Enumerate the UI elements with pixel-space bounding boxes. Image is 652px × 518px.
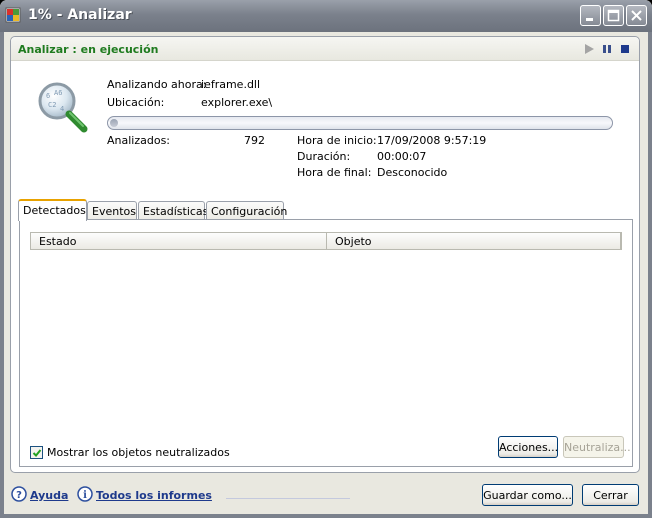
tab-configuration[interactable]: Configuración — [206, 201, 287, 220]
svg-text:6: 6 — [46, 92, 50, 100]
play-icon[interactable] — [583, 43, 595, 55]
info-icon[interactable]: i — [77, 486, 93, 502]
tab-detected[interactable]: Detectados — [18, 199, 87, 221]
help-link[interactable]: Ayuda — [30, 489, 68, 502]
neutralize-button[interactable]: Neutraliza... — [563, 436, 631, 458]
faded-link — [226, 489, 350, 502]
window-frame-bottom — [0, 514, 652, 518]
analyzing-label: Analizando ahora: — [107, 78, 207, 91]
panel-header: Analizar : en ejecución — [11, 37, 639, 61]
maximize-button[interactable] — [603, 5, 624, 26]
end-time-value: Desconocido — [377, 166, 448, 179]
column-header-status[interactable]: Estado — [31, 233, 327, 249]
scan-progress-fill — [110, 119, 118, 127]
all-reports-link[interactable]: Todos los informes — [96, 489, 212, 502]
stop-icon[interactable] — [619, 43, 631, 55]
analyzed-value: 792 — [244, 134, 265, 147]
location-value: explorer.exe\ — [201, 96, 273, 109]
save-as-button[interactable]: Guardar como... — [482, 484, 573, 506]
start-time-label: Hora de inicio: — [297, 134, 377, 147]
window-frame-right — [648, 32, 652, 518]
show-neutralized-label[interactable]: Mostrar los objetos neutralizados — [47, 446, 230, 459]
analyzing-value: ieframe.dll — [201, 78, 261, 91]
svg-text:i: i — [83, 490, 87, 501]
tab-events[interactable]: Eventos — [87, 201, 137, 220]
analyzed-label: Analizados: — [107, 134, 171, 147]
minimize-button[interactable] — [580, 5, 601, 26]
scan-status-title: Analizar : en ejecución — [18, 43, 159, 56]
window-frame-left — [0, 32, 4, 518]
pause-icon[interactable] — [601, 43, 613, 55]
minimize-icon — [586, 18, 593, 21]
svg-text:C2: C2 — [48, 101, 56, 109]
show-neutralized-checkbox[interactable] — [30, 446, 43, 459]
scan-progress-bar — [107, 116, 613, 130]
tab-statistics[interactable]: Estadísticas — [138, 201, 208, 220]
close-icon — [631, 10, 642, 21]
close-button[interactable]: Cerrar — [582, 484, 639, 506]
magnifier-icon: 6 A6 C2 4 — [38, 82, 88, 133]
window-title: 1% - Analizar — [28, 7, 132, 23]
app-icon — [5, 7, 21, 23]
close-window-button[interactable] — [626, 5, 647, 26]
checkmark-icon — [32, 449, 42, 457]
start-time-value: 17/09/2008 9:57:19 — [377, 134, 487, 147]
actions-button[interactable]: Acciones... — [498, 436, 558, 458]
svg-text:?: ? — [16, 490, 22, 501]
column-header-object[interactable]: Objeto — [327, 233, 621, 249]
help-icon[interactable]: ? — [11, 486, 27, 502]
detected-tab-page: Estado Objeto Mostrar los objetos neutra… — [19, 219, 633, 467]
title-bar[interactable]: 1% - Analizar — [0, 0, 652, 32]
scan-window: 1% - Analizar Analizar : en ejecución 6 … — [0, 0, 652, 518]
duration-label: Duración: — [297, 150, 351, 163]
svg-text:A6: A6 — [54, 89, 62, 97]
svg-text:4: 4 — [60, 105, 64, 113]
duration-value: 00:00:07 — [377, 150, 427, 163]
scan-panel: Analizar : en ejecución 6 A6 C2 4 Analiz… — [10, 36, 640, 473]
maximize-icon — [607, 9, 620, 22]
location-label: Ubicación: — [107, 96, 165, 109]
end-time-label: Hora de final: — [297, 166, 372, 179]
detected-grid-header: Estado Objeto — [30, 232, 622, 250]
